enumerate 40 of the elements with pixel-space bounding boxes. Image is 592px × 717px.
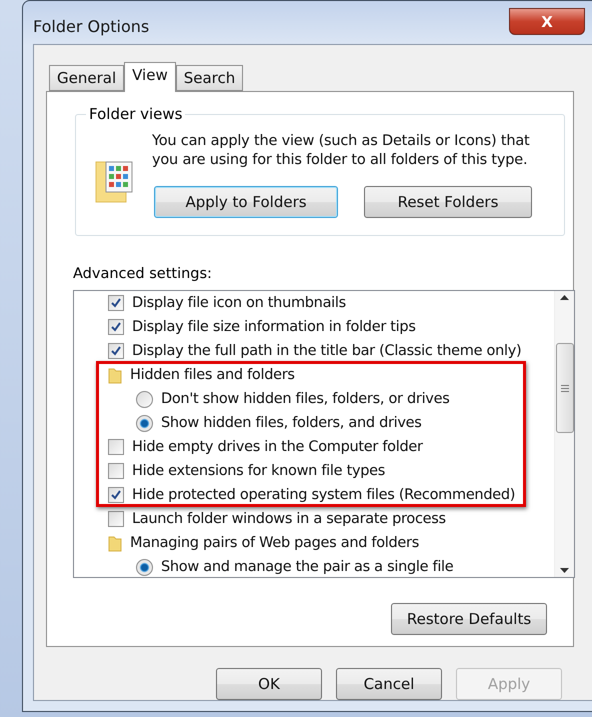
tab[interactable]: Search bbox=[176, 65, 244, 91]
dialog-button[interactable]: OK bbox=[216, 668, 322, 700]
setting-label: Don't show hidden files, folders, or drives bbox=[161, 391, 450, 407]
checkbox[interactable] bbox=[108, 295, 124, 311]
scrollbar[interactable] bbox=[554, 291, 574, 577]
scroll-up-icon[interactable] bbox=[560, 295, 569, 300]
description-text: You can apply the view (such as Details or Icons) that you are using for this folder to all folders of this type. bbox=[152, 132, 530, 170]
folder-button[interactable]: Apply to Folders bbox=[154, 186, 338, 218]
radio-button[interactable] bbox=[136, 558, 153, 576]
setting-label: Managing pairs of Web pages and folders bbox=[130, 535, 419, 551]
checkbox[interactable] bbox=[108, 511, 124, 527]
setting-label: Show hidden files, folders, and drives bbox=[161, 415, 422, 431]
advanced-settings-label: Advanced settings: bbox=[73, 266, 213, 282]
tab[interactable]: General bbox=[49, 65, 124, 91]
checkbox[interactable] bbox=[108, 487, 124, 503]
radio-button[interactable] bbox=[136, 414, 153, 432]
restore-defaults-button[interactable]: Restore Defaults bbox=[391, 603, 547, 635]
tab[interactable]: View bbox=[124, 62, 176, 92]
folder-icon bbox=[108, 366, 122, 384]
setting-label: Hide empty drives in the Computer folder bbox=[132, 439, 423, 455]
setting-label: Hide extensions for known file types bbox=[132, 463, 386, 479]
radio-button[interactable] bbox=[136, 390, 153, 408]
setting-label: Hidden files and folders bbox=[130, 367, 295, 383]
close-button[interactable]: X bbox=[509, 8, 585, 35]
scroll-thumb[interactable] bbox=[556, 343, 574, 433]
window-title: Folder Options bbox=[33, 17, 150, 36]
scroll-down-icon[interactable] bbox=[560, 568, 569, 573]
setting-label: Display the full path in the title bar (Classic theme only) bbox=[132, 343, 522, 359]
setting-label: Hide protected operating system files (Recommended) bbox=[132, 487, 516, 503]
setting-label: Display file size information in folder tips bbox=[132, 319, 416, 335]
checkbox[interactable] bbox=[108, 463, 124, 479]
checkbox[interactable] bbox=[108, 343, 124, 359]
setting-label: Launch folder windows in a separate process bbox=[132, 511, 446, 527]
checkbox[interactable] bbox=[108, 439, 124, 455]
setting-label: Show and manage the pair as a single file bbox=[161, 559, 454, 575]
dialog-button[interactable]: Cancel bbox=[336, 668, 442, 700]
folder-button[interactable]: Reset Folders bbox=[364, 186, 532, 218]
setting-label: Display file icon on thumbnails bbox=[132, 295, 346, 311]
checkbox[interactable] bbox=[108, 319, 124, 335]
folder-icon bbox=[108, 534, 122, 552]
